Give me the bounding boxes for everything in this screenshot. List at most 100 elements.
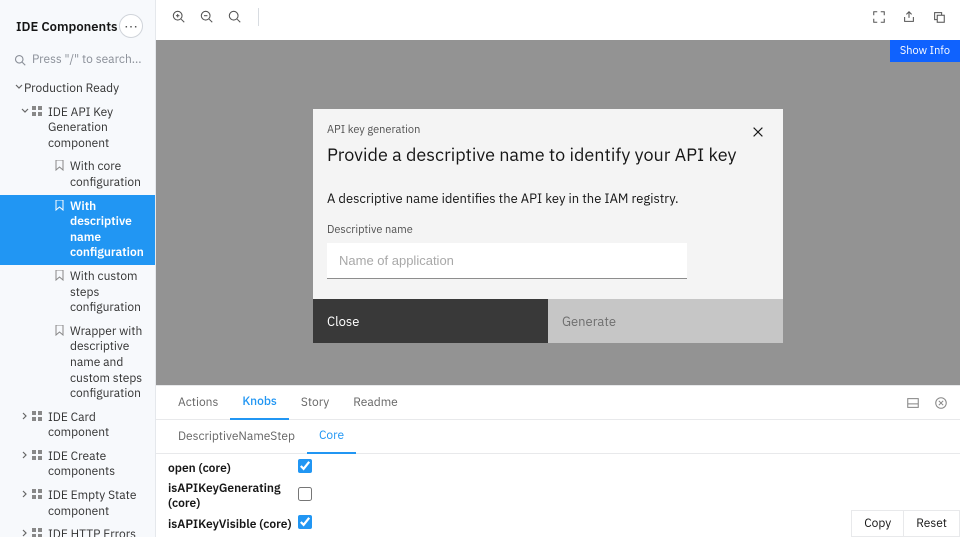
modal-label: API key generation — [327, 123, 736, 137]
tree-item-label: IDE Create components — [48, 449, 149, 480]
tree-item[interactable]: With custom steps configuration — [0, 265, 155, 320]
modal-description: A descriptive name identifies the API ke… — [327, 190, 769, 207]
modal-close-action-button[interactable]: Close — [313, 299, 548, 343]
knobs-reset-button[interactable]: Reset — [903, 511, 959, 536]
bookmark-icon — [52, 200, 66, 211]
addons-tab-actions[interactable]: Actions — [166, 386, 230, 420]
knob-row: isAPIKeyVisible (core) — [156, 510, 960, 537]
knob-control — [298, 459, 312, 477]
tree-item-label: IDE HTTP Errors — [48, 527, 149, 537]
tree-item[interactable]: IDE HTTP Errors — [0, 523, 155, 537]
sidebar-title: IDE Components — [16, 18, 118, 35]
fullscreen-icon — [872, 10, 886, 24]
chevron-right-icon — [20, 490, 30, 498]
canvas: Show Info API key generation Provide a d… — [156, 40, 960, 385]
knobs-body: open (core) isAPIKeyGenerating (core) isAP… — [156, 454, 960, 537]
ellipsis-icon: ⋯ — [124, 17, 138, 35]
addons-tab-readme[interactable]: Readme — [341, 386, 410, 420]
knob-checkbox[interactable] — [298, 487, 312, 501]
tree-category[interactable]: Production Ready — [0, 77, 155, 101]
zoom-in-icon — [172, 10, 186, 24]
tree-item-label: With custom steps configuration — [70, 269, 149, 316]
grid-icon — [30, 489, 44, 499]
open-external-icon — [902, 10, 916, 24]
grid-icon — [30, 411, 44, 421]
grid-icon — [30, 106, 44, 116]
topbar-right — [870, 8, 950, 26]
tree-item[interactable]: Wrapper with descriptive name and custom… — [0, 320, 155, 406]
topbar-separator — [258, 8, 259, 26]
modal-close-button[interactable] — [747, 123, 769, 141]
modal-title: Provide a descriptive name to identify y… — [327, 143, 736, 166]
addons-tabs: ActionsKnobsStoryReadme — [156, 386, 960, 420]
addons-tab-story[interactable]: Story — [289, 386, 341, 420]
knob-row: isAPIKeyGenerating (core) — [156, 482, 960, 510]
knobs-copy-button[interactable]: Copy — [852, 511, 903, 536]
knob-name: open (core) — [168, 461, 298, 476]
zoom-in-button[interactable] — [170, 8, 188, 26]
open-external-button[interactable] — [900, 8, 918, 26]
tree-item[interactable]: With core configuration — [0, 155, 155, 194]
grid-icon — [30, 450, 44, 460]
api-key-modal: API key generation Provide a descriptive… — [313, 109, 783, 343]
chevron-down-icon — [14, 83, 24, 91]
zoom-reset-icon — [228, 10, 242, 24]
tree-item-label: With core configuration — [70, 159, 149, 190]
bookmark-icon — [52, 160, 66, 171]
tree-item-label: IDE API Key Generation component — [48, 105, 149, 152]
sidebar-tree: Production Ready IDE API Key Generation c… — [0, 77, 155, 537]
topbar — [156, 0, 960, 40]
knob-row: open (core) — [156, 454, 960, 482]
close-icon — [751, 125, 765, 139]
bookmark-icon — [52, 325, 66, 336]
topbar-left — [166, 8, 259, 26]
tree-item[interactable]: IDE Card component — [0, 406, 155, 445]
tree-item[interactable]: IDE Create components — [0, 445, 155, 484]
knob-name: isAPIKeyVisible (core) — [168, 517, 298, 532]
addons-orient-button[interactable] — [904, 394, 922, 412]
sidebar: IDE Components ⋯ Press "/" to search... … — [0, 0, 156, 537]
tree-item-label: Wrapper with descriptive name and custom… — [70, 324, 149, 402]
copy-icon — [932, 10, 946, 24]
chevron-right-icon — [20, 529, 30, 537]
knobs-footer: Copy Reset — [851, 510, 960, 537]
layout-icon — [906, 396, 920, 410]
knob-name: isAPIKeyGenerating (core) — [168, 481, 298, 511]
copy-link-button[interactable] — [930, 8, 948, 26]
field-label: Descriptive name — [327, 223, 769, 237]
show-info-button[interactable]: Show Info — [890, 40, 960, 62]
tree-item[interactable]: With descriptive name configuration — [0, 195, 155, 265]
tree-item-label: With descriptive name configuration — [70, 199, 150, 261]
knob-checkbox[interactable] — [298, 459, 312, 473]
zoom-out-icon — [200, 10, 214, 24]
search-icon — [14, 54, 26, 66]
addons-panel: ActionsKnobsStoryReadme DescriptiveNameS… — [156, 385, 960, 537]
addons-close-button[interactable] — [932, 394, 950, 412]
knob-checkbox[interactable] — [298, 515, 312, 529]
knobs-sub-tab[interactable]: DescriptiveNameStep — [166, 420, 307, 454]
grid-icon — [30, 528, 44, 537]
sidebar-menu-button[interactable]: ⋯ — [119, 14, 143, 38]
chevron-right-icon — [20, 451, 30, 459]
knob-control — [298, 515, 312, 533]
tree-item-label: Production Ready — [24, 81, 149, 97]
zoom-out-button[interactable] — [198, 8, 216, 26]
addons-tab-knobs[interactable]: Knobs — [230, 386, 289, 420]
main: Show Info API key generation Provide a d… — [156, 0, 960, 537]
chevron-right-icon — [20, 412, 30, 420]
bookmark-icon — [52, 270, 66, 281]
tree-item[interactable]: IDE Empty State component — [0, 484, 155, 523]
tree-item[interactable]: IDE API Key Generation component — [0, 101, 155, 156]
knobs-sub-tab[interactable]: Core — [307, 420, 356, 454]
zoom-reset-button[interactable] — [226, 8, 244, 26]
modal-generate-button[interactable]: Generate — [548, 299, 783, 343]
sidebar-search[interactable]: Press "/" to search... — [0, 48, 155, 77]
tree-item-label: IDE Empty State component — [48, 488, 149, 519]
chevron-down-icon — [20, 107, 30, 115]
knobs-sub-tabs: DescriptiveNameStepCore — [156, 420, 960, 454]
knob-control — [298, 487, 312, 505]
fullscreen-button[interactable] — [870, 8, 888, 26]
search-placeholder: Press "/" to search... — [32, 52, 142, 67]
tree-item-label: IDE Card component — [48, 410, 149, 441]
descriptive-name-input[interactable] — [327, 243, 687, 279]
